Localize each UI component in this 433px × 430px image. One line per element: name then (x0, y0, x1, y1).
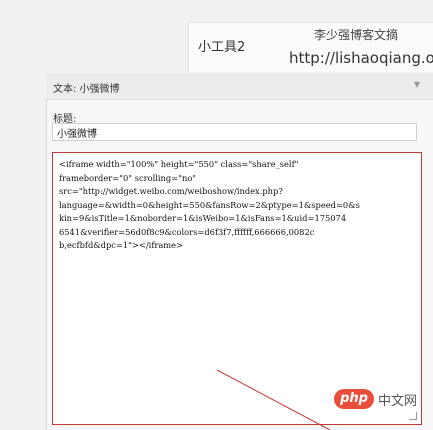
php-logo-icon: php (334, 389, 374, 409)
annotation-line (216, 369, 331, 430)
watermark-text: 中文网 (378, 394, 418, 409)
